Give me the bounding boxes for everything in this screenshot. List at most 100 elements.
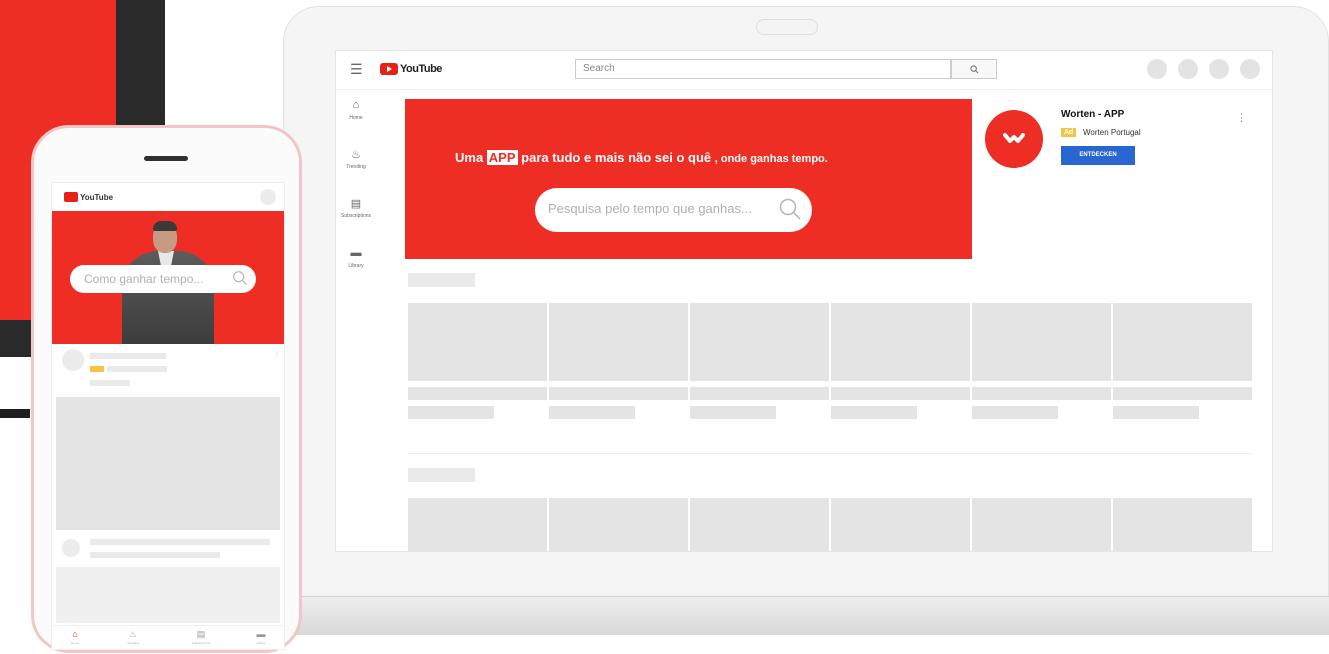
youtube-play-icon	[380, 63, 398, 75]
video-thumbnail-placeholder[interactable]	[831, 303, 970, 381]
video-title-placeholder	[972, 387, 1111, 400]
phone-bottom-nav: ⌂ Home ♨ Trending ▤ Subscriptions ▬ Libr…	[52, 625, 284, 649]
worten-logo[interactable]	[985, 110, 1043, 168]
banner-search-placeholder: Pesquisa pelo tempo que ganhas...	[548, 201, 752, 216]
phone-nav-library[interactable]: ▬ Library	[246, 629, 276, 645]
sidebar-item-subscriptions[interactable]: ▤ Subscriptions	[336, 197, 376, 219]
home-icon: ⌂	[72, 629, 78, 639]
video-meta-placeholder	[1113, 406, 1199, 419]
ad-meta-placeholder	[90, 380, 130, 386]
youtube-play-icon	[64, 192, 78, 202]
flame-icon: ♨	[128, 629, 138, 639]
sidebar-item-home[interactable]: ⌂ Home	[336, 99, 376, 121]
phone-nav-home[interactable]: ⌂ Home	[60, 629, 90, 645]
ad-banner[interactable]: Uma APP para tudo e mais não sei o quê ,…	[405, 99, 972, 259]
laptop-base	[283, 596, 1329, 635]
phone-youtube-logo[interactable]: YouTube	[64, 192, 113, 202]
video-title-placeholder	[90, 539, 270, 545]
phone-screen: YouTube Como ganhar tempo... ⋮ ⌂ Home ♨ …	[51, 182, 285, 650]
ad-advertiser: Worten Portugal	[1083, 128, 1141, 137]
phone-nav-label: Trending	[127, 641, 139, 645]
video-meta-placeholder	[549, 406, 635, 419]
sidebar-item-library[interactable]: ▬ Library	[336, 247, 376, 269]
phone-nav-label: Home	[70, 641, 79, 645]
sidebar-item-label: Subscriptions	[340, 213, 371, 219]
video-thumbnail-placeholder[interactable]	[831, 498, 970, 551]
video-title-placeholder	[1113, 387, 1252, 400]
phone-nav-label: Library	[256, 641, 266, 645]
video-title-placeholder	[831, 387, 970, 400]
video-thumbnail-placeholder[interactable]	[1113, 303, 1252, 381]
more-vertical-icon[interactable]: ⋮	[274, 351, 280, 358]
sidebar-item-trending[interactable]: ♨ Trending	[336, 148, 376, 170]
video-thumbnail-placeholder[interactable]	[408, 303, 547, 381]
search-input[interactable]: Search	[575, 59, 951, 79]
laptop-screen: ☰ YouTube Search ⌂ Home ♨ Trending ▤ Sub…	[335, 50, 1273, 552]
section-title-placeholder	[408, 468, 475, 482]
video-thumbnail-placeholder[interactable]	[408, 498, 547, 551]
youtube-logo[interactable]: YouTube	[380, 62, 442, 76]
section-divider	[408, 453, 1252, 454]
avatar[interactable]	[1240, 59, 1260, 79]
video-thumbnail-placeholder[interactable]	[56, 567, 280, 623]
subscriptions-icon: ▤	[350, 198, 362, 210]
ad-badge: Ad	[1061, 128, 1077, 137]
folder-icon: ▬	[256, 629, 266, 639]
video-meta-placeholder	[690, 406, 776, 419]
video-meta-placeholder	[90, 552, 220, 558]
video-thumbnail-placeholder[interactable]	[549, 303, 688, 381]
video-title-placeholder	[690, 387, 829, 400]
banner-text-before: Uma	[455, 150, 487, 165]
phone-speaker	[144, 156, 188, 161]
phone-nav-subscriptions[interactable]: ▤ Subscriptions	[186, 629, 216, 645]
video-meta-placeholder	[972, 406, 1058, 419]
banner-search-input[interactable]: Pesquisa pelo tempo que ganhas...	[535, 188, 812, 232]
avatar[interactable]	[260, 189, 276, 205]
video-thumbnail-placeholder[interactable]	[972, 303, 1111, 381]
ad-title-placeholder	[90, 353, 166, 359]
phone-ad-banner[interactable]: Como ganhar tempo...	[52, 211, 284, 344]
video-title-placeholder	[549, 387, 688, 400]
ad-cta-button[interactable]: ENTDECKEN	[1061, 146, 1135, 165]
sidebar-item-label: Library	[348, 263, 364, 269]
home-icon: ⌂	[352, 99, 360, 111]
channel-avatar-placeholder	[62, 539, 80, 557]
more-vertical-icon[interactable]: ⋮	[1236, 111, 1247, 124]
header-circle-3[interactable]	[1209, 59, 1229, 79]
hamburger-icon[interactable]: ☰	[350, 61, 364, 77]
folder-icon: ▬	[350, 247, 362, 259]
search-icon	[779, 198, 801, 220]
sidebar-item-label: Trending	[346, 164, 366, 170]
header-circle-2[interactable]	[1178, 59, 1198, 79]
phone-search-input[interactable]: Como ganhar tempo...	[70, 265, 256, 293]
ad-badge	[90, 366, 104, 372]
video-thumbnail-placeholder[interactable]	[1113, 498, 1252, 551]
search-icon	[969, 65, 978, 74]
header-circle-1[interactable]	[1147, 59, 1167, 79]
banner-text-main: para tudo e mais não sei o quê	[517, 150, 715, 165]
ad-title[interactable]: Worten - APP	[1061, 109, 1124, 120]
video-title-placeholder	[408, 387, 547, 400]
subscriptions-icon: ▤	[196, 629, 206, 639]
phone-search-placeholder: Como ganhar tempo...	[84, 272, 204, 286]
banner-text-end: , onde ganhas tempo.	[714, 153, 828, 165]
flame-icon: ♨	[351, 149, 361, 161]
video-thumbnail-placeholder[interactable]	[56, 397, 280, 530]
youtube-logo-text: YouTube	[400, 63, 442, 75]
worten-w-icon	[1003, 133, 1025, 143]
ad-avatar-placeholder	[62, 349, 84, 371]
video-thumbnail-placeholder[interactable]	[690, 303, 829, 381]
background-stand	[0, 409, 30, 418]
video-thumbnail-placeholder[interactable]	[690, 498, 829, 551]
search-icon	[233, 271, 248, 286]
search-button[interactable]	[951, 59, 997, 79]
ad-meta-placeholder	[107, 366, 167, 372]
video-thumbnail-placeholder[interactable]	[549, 498, 688, 551]
video-meta-placeholder	[831, 406, 917, 419]
phone-nav-trending[interactable]: ♨ Trending	[118, 629, 148, 645]
phone-nav-label: Subscriptions	[191, 641, 210, 645]
video-thumbnail-placeholder[interactable]	[972, 498, 1111, 551]
sidebar-item-label: Home	[349, 115, 363, 121]
laptop-camera	[756, 19, 818, 35]
section-title-placeholder	[408, 273, 475, 287]
